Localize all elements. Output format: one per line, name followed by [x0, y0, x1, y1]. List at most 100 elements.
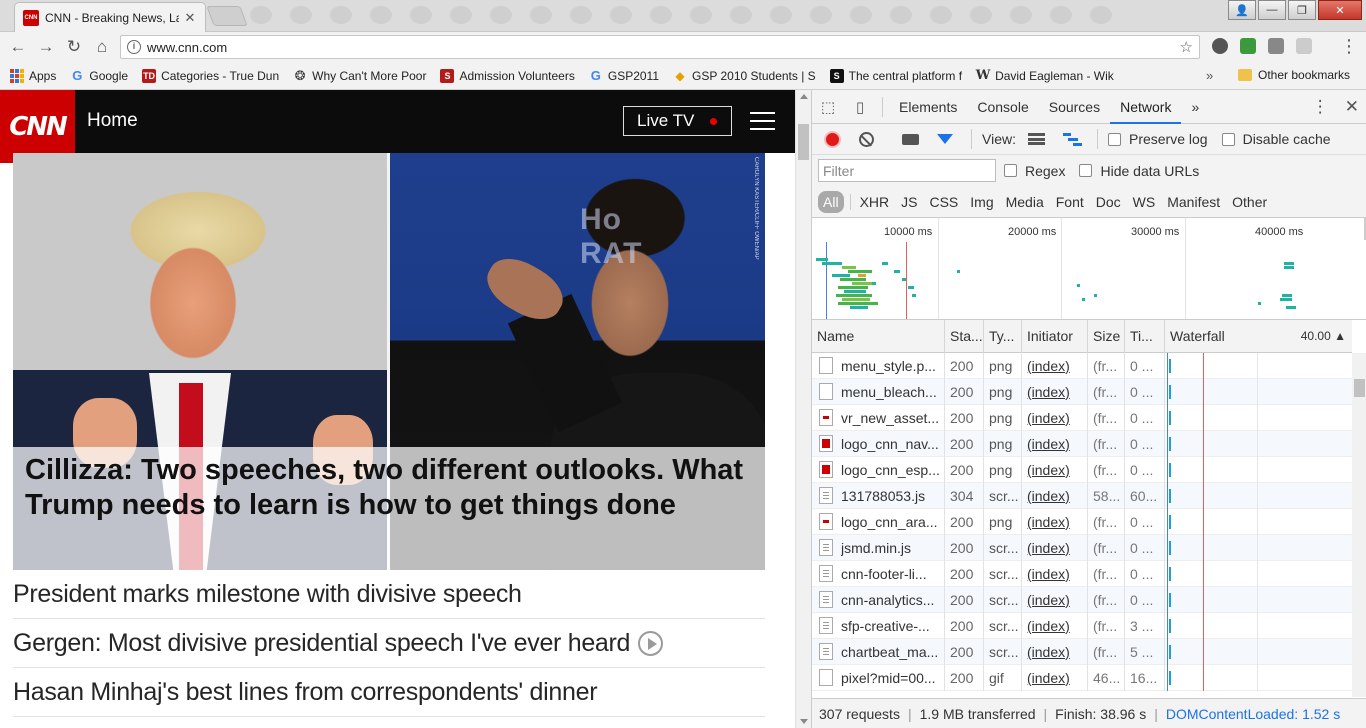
type-filter-css[interactable]: CSS [924, 191, 963, 213]
bookmark-google[interactable]: G Google [70, 68, 128, 83]
extension-m-icon[interactable] [1240, 38, 1256, 54]
close-window-icon[interactable]: ✕ [1318, 0, 1362, 20]
tab-console[interactable]: Console [967, 90, 1038, 124]
request-initiator[interactable]: (index) [1022, 560, 1088, 587]
request-name[interactable]: menu_style.p... [812, 353, 945, 379]
request-initiator[interactable]: (index) [1022, 378, 1088, 405]
type-filter-media[interactable]: Media [1001, 191, 1049, 213]
type-filter-ws[interactable]: WS [1128, 191, 1161, 213]
type-filter-manifest[interactable]: Manifest [1162, 191, 1225, 213]
disable-cache-checkbox[interactable] [1221, 132, 1235, 146]
requests-scrollbar[interactable] [1352, 353, 1366, 697]
minimize-icon[interactable]: — [1258, 0, 1286, 20]
request-row[interactable]: cnn-analytics... 200 scr... (index) (fr... 0 … [812, 586, 1352, 613]
record-icon[interactable] [824, 130, 841, 148]
bookmark-why-cant[interactable]: ❂ Why Can't More Poor [293, 68, 427, 83]
column-status[interactable]: Sta... [945, 319, 984, 353]
chrome-menu-icon[interactable]: ⋮ [1340, 36, 1358, 56]
request-row[interactable]: vr_new_asset... 200 png (index) (fr... 0 ... [812, 404, 1352, 431]
hide-data-urls-checkbox[interactable] [1079, 164, 1093, 177]
filter-funnel-icon[interactable] [937, 134, 953, 144]
new-tab-button[interactable] [206, 6, 248, 26]
overview-toggle-icon[interactable] [1062, 133, 1083, 146]
request-name[interactable]: logo_cnn_nav... [812, 430, 945, 457]
capture-screenshots-icon[interactable] [902, 133, 919, 145]
more-tabs-chevron-icon[interactable]: » [1181, 90, 1209, 124]
maximize-icon[interactable]: ❐ [1288, 0, 1316, 20]
tab-elements[interactable]: Elements [889, 90, 967, 124]
nav-home-link[interactable]: Home [87, 110, 138, 132]
request-row[interactable]: logo_cnn_esp... 200 png (index) (fr... 0 ... [812, 456, 1352, 483]
preserve-log-checkbox[interactable] [1107, 132, 1121, 146]
column-initiator[interactable]: Initiator [1022, 319, 1088, 353]
request-row[interactable]: logo_cnn_nav... 200 png (index) (fr... 0 ... [812, 430, 1352, 457]
bookmark-gsp2011[interactable]: G GSP2011 [589, 68, 659, 83]
bookmark-eagleman[interactable]: W David Eagleman - Wik [976, 68, 1114, 83]
story-link[interactable]: Hasan Minhaj's best lines from correspon… [13, 668, 765, 717]
column-time[interactable]: Ti... [1125, 319, 1165, 353]
request-initiator[interactable]: (index) [1022, 508, 1088, 535]
story-link[interactable]: Gergen: Most divisive presidential speec… [13, 619, 765, 668]
page-scroll-thumb[interactable] [798, 124, 809, 160]
request-initiator[interactable]: (index) [1022, 353, 1088, 379]
url-text[interactable]: www.cnn.com [147, 40, 1180, 55]
bookmark-apps[interactable]: Apps [10, 68, 56, 83]
bookmark-star-icon[interactable]: ☆ [1180, 38, 1193, 56]
request-row[interactable]: chartbeat_ma... 200 scr... (index) (fr... 5 .… [812, 638, 1352, 665]
bookmark-central-platform[interactable]: S The central platform f [829, 68, 962, 83]
extension-person-icon[interactable] [1212, 38, 1228, 54]
type-filter-img[interactable]: Img [965, 191, 998, 213]
address-bar[interactable]: i www.cnn.com ☆ [120, 35, 1200, 59]
request-initiator[interactable]: (index) [1022, 664, 1088, 691]
scroll-down-icon[interactable] [800, 719, 808, 724]
request-initiator[interactable]: (index) [1022, 612, 1088, 639]
column-name[interactable]: Name [812, 319, 945, 353]
request-row[interactable]: cnn-footer-li... 200 scr... (index) (fr... 0 … [812, 560, 1352, 587]
tab-close-icon[interactable]: ✕ [183, 10, 197, 26]
request-row[interactable]: menu_bleach... 200 png (index) (fr... 0 ... [812, 378, 1352, 405]
type-filter-doc[interactable]: Doc [1091, 191, 1126, 213]
request-initiator[interactable]: (index) [1022, 638, 1088, 665]
extension-b-icon[interactable] [1296, 38, 1312, 54]
request-name[interactable]: pixel?mid=00... [812, 664, 945, 691]
request-row[interactable]: pixel?mid=00... 200 gif (index) 46... 16... [812, 664, 1352, 691]
request-name[interactable]: menu_bleach... [812, 378, 945, 405]
request-name[interactable]: cnn-footer-li... [812, 560, 945, 587]
request-row[interactable]: logo_cnn_ara... 200 png (index) (fr... 0 ... [812, 508, 1352, 535]
request-row[interactable]: jsmd.min.js 200 scr... (index) (fr... 0 ... [812, 534, 1352, 561]
request-name[interactable]: cnn-analytics... [812, 586, 945, 613]
inspect-element-icon[interactable]: ⬚ [812, 98, 844, 116]
type-filter-js[interactable]: JS [896, 191, 922, 213]
bookmarks-overflow-chevron-icon[interactable]: » [1206, 68, 1213, 83]
tab-cnn[interactable]: CNN CNN - Breaking News, La ✕ [14, 2, 206, 32]
story-link[interactable]: President marks milestone with divisive … [13, 570, 765, 619]
user-profile-icon[interactable]: 👤 [1228, 0, 1256, 20]
request-row[interactable]: 131788053.js 304 scr... (index) 58... 60... [812, 482, 1352, 509]
hero-headline[interactable]: Cillizza: Two speeches, two different ou… [25, 453, 750, 523]
request-initiator[interactable]: (index) [1022, 482, 1088, 509]
live-tv-button[interactable]: Live TV [623, 106, 732, 136]
request-name[interactable]: jsmd.min.js [812, 534, 945, 561]
forward-arrow-icon[interactable]: → [32, 33, 60, 61]
request-initiator[interactable]: (index) [1022, 430, 1088, 457]
filter-input[interactable]: Filter [818, 159, 996, 182]
tab-sources[interactable]: Sources [1039, 90, 1110, 124]
extension-gray-icon[interactable] [1268, 38, 1284, 54]
bookmark-admission[interactable]: S Admission Volunteers [440, 68, 575, 83]
tab-network[interactable]: Network [1110, 90, 1182, 124]
request-name[interactable]: logo_cnn_esp... [812, 456, 945, 483]
requests-scroll-thumb[interactable] [1354, 379, 1365, 397]
type-filter-other[interactable]: Other [1227, 191, 1272, 213]
large-rows-icon[interactable] [1027, 133, 1045, 145]
page-scrollbar[interactable] [795, 90, 811, 728]
reload-icon[interactable]: ↻ [60, 33, 88, 61]
column-size[interactable]: Size [1088, 319, 1125, 353]
request-name[interactable]: sfp-creative-... [812, 612, 945, 639]
column-type[interactable]: Ty... [984, 319, 1022, 353]
scroll-up-icon[interactable] [800, 94, 808, 99]
request-row[interactable]: sfp-creative-... 200 scr... (index) (fr... 3 … [812, 612, 1352, 639]
request-row[interactable]: menu_style.p... 200 png (index) (fr... 0 ... [812, 353, 1352, 379]
network-overview-timeline[interactable]: 10000 ms 20000 ms 30000 ms 40000 ms [812, 218, 1366, 320]
request-name[interactable]: chartbeat_ma... [812, 638, 945, 665]
devtools-close-icon[interactable]: ✕ [1345, 97, 1359, 117]
